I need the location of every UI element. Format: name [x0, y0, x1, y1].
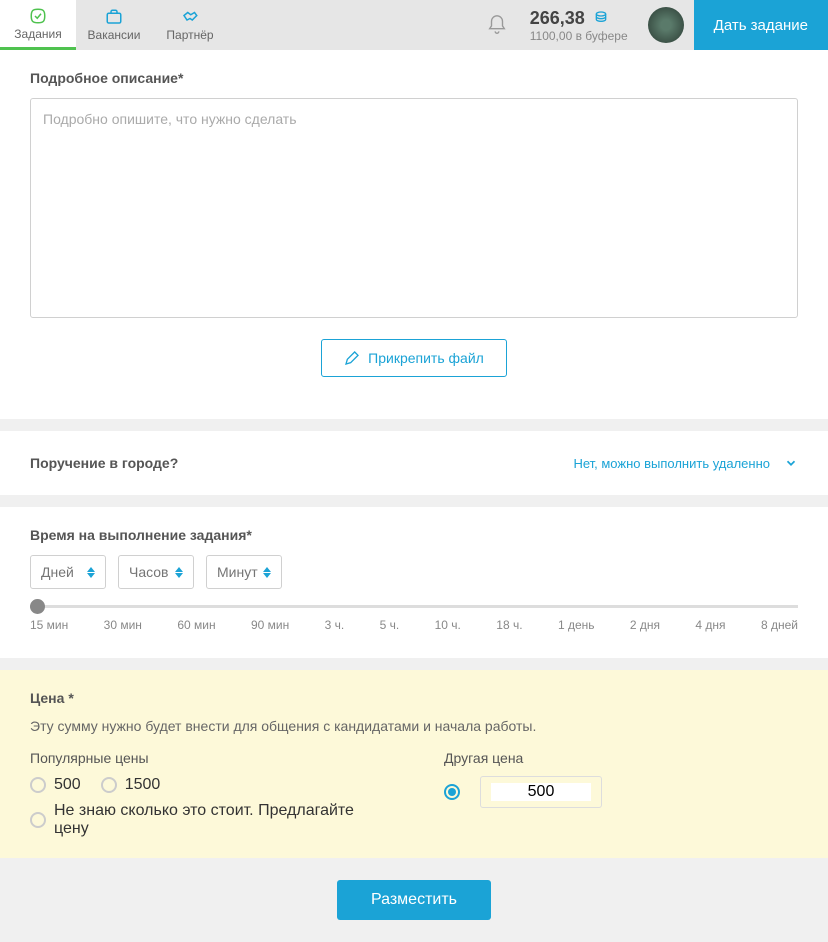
minutes-input-wrap[interactable] — [206, 555, 282, 589]
price-section: Цена * Эту сумму нужно будет внести для … — [0, 670, 828, 858]
slider-thumb[interactable] — [30, 599, 45, 614]
avatar[interactable] — [648, 7, 684, 43]
price-option-unknown[interactable]: Не знаю сколько это стоит. Предлагайте ц… — [30, 802, 384, 838]
slider-label: 8 дней — [761, 618, 798, 632]
other-price-title: Другая цена — [444, 750, 798, 766]
price-option-1500[interactable]: 1500 — [101, 776, 161, 794]
popular-prices-title: Популярные цены — [30, 750, 384, 766]
time-slider[interactable] — [30, 605, 798, 608]
hours-input[interactable] — [129, 564, 171, 580]
price-note: Эту сумму нужно будет внести для общения… — [30, 718, 798, 734]
slider-label: 15 мин — [30, 618, 68, 632]
city-answer-toggle[interactable]: Нет, можно выполнить удаленно — [573, 456, 798, 471]
nav-tab-vacancies[interactable]: Вакансии — [76, 0, 152, 50]
give-task-button[interactable]: Дать задание — [694, 0, 828, 50]
check-icon — [28, 7, 48, 25]
slider-label: 90 мин — [251, 618, 289, 632]
slider-label: 10 ч. — [435, 618, 461, 632]
slider-label: 3 ч. — [325, 618, 345, 632]
nav-tab-partner[interactable]: Партнёр — [152, 0, 228, 50]
days-spinner[interactable] — [87, 567, 95, 578]
submit-button[interactable]: Разместить — [337, 880, 491, 920]
time-section: Время на выполнение задания* 15 мин 30 м… — [0, 507, 828, 658]
pencil-icon — [344, 350, 360, 366]
slider-label: 18 ч. — [496, 618, 522, 632]
other-price-input[interactable] — [491, 783, 591, 801]
balance[interactable]: 266,38 1100,00 в буфере — [520, 0, 638, 50]
slider-label: 4 дня — [695, 618, 725, 632]
slider-label: 30 мин — [104, 618, 142, 632]
briefcase-icon — [104, 8, 124, 26]
nav-tab-label: Партнёр — [166, 28, 213, 42]
handshake-icon — [179, 8, 201, 26]
description-title: Подробное описание* — [30, 70, 798, 86]
slider-labels: 15 мин 30 мин 60 мин 90 мин 3 ч. 5 ч. 10… — [30, 618, 798, 632]
slider-label: 5 ч. — [380, 618, 400, 632]
submit-section: Разместить — [0, 858, 828, 942]
price-option-other[interactable] — [444, 784, 460, 800]
nav-tab-label: Вакансии — [88, 28, 141, 42]
chevron-down-icon — [784, 456, 798, 470]
price-title: Цена * — [30, 690, 798, 706]
coins-icon — [591, 10, 611, 26]
radio-icon — [101, 777, 117, 793]
other-price-field-wrap — [480, 776, 602, 808]
minutes-spinner[interactable] — [263, 567, 271, 578]
attach-file-button[interactable]: Прикрепить файл — [321, 339, 507, 377]
city-question: Поручение в городе? — [30, 455, 178, 471]
header: Задания Вакансии Партнёр 266,38 1100,00 … — [0, 0, 828, 50]
radio-icon — [444, 784, 460, 800]
nav-tabs: Задания Вакансии Партнёр — [0, 0, 228, 50]
radio-icon — [30, 812, 46, 828]
balance-buffer: 1100,00 в буфере — [530, 29, 628, 43]
price-option-label: Не знаю сколько это стоит. Предлагайте ц… — [54, 802, 384, 838]
bell-icon — [486, 14, 508, 36]
radio-icon — [30, 777, 46, 793]
price-option-label: 1500 — [125, 776, 161, 794]
city-answer-text: Нет, можно выполнить удаленно — [573, 456, 770, 471]
description-textarea[interactable] — [30, 98, 798, 318]
slider-label: 60 мин — [177, 618, 215, 632]
slider-label: 2 дня — [630, 618, 660, 632]
balance-amount: 266,38 — [530, 8, 585, 29]
nav-tab-tasks[interactable]: Задания — [0, 0, 76, 50]
days-input-wrap[interactable] — [30, 555, 106, 589]
hours-spinner[interactable] — [175, 567, 183, 578]
notifications-button[interactable] — [474, 0, 520, 50]
nav-tab-label: Задания — [14, 27, 61, 41]
time-title: Время на выполнение задания* — [30, 527, 798, 543]
hours-input-wrap[interactable] — [118, 555, 194, 589]
price-option-500[interactable]: 500 — [30, 776, 81, 794]
city-section: Поручение в городе? Нет, можно выполнить… — [0, 431, 828, 495]
days-input[interactable] — [41, 564, 83, 580]
minutes-input[interactable] — [217, 564, 259, 580]
description-section: Подробное описание* Прикрепить файл — [0, 50, 828, 419]
slider-label: 1 день — [558, 618, 595, 632]
price-option-label: 500 — [54, 776, 81, 794]
attach-file-label: Прикрепить файл — [368, 350, 484, 366]
